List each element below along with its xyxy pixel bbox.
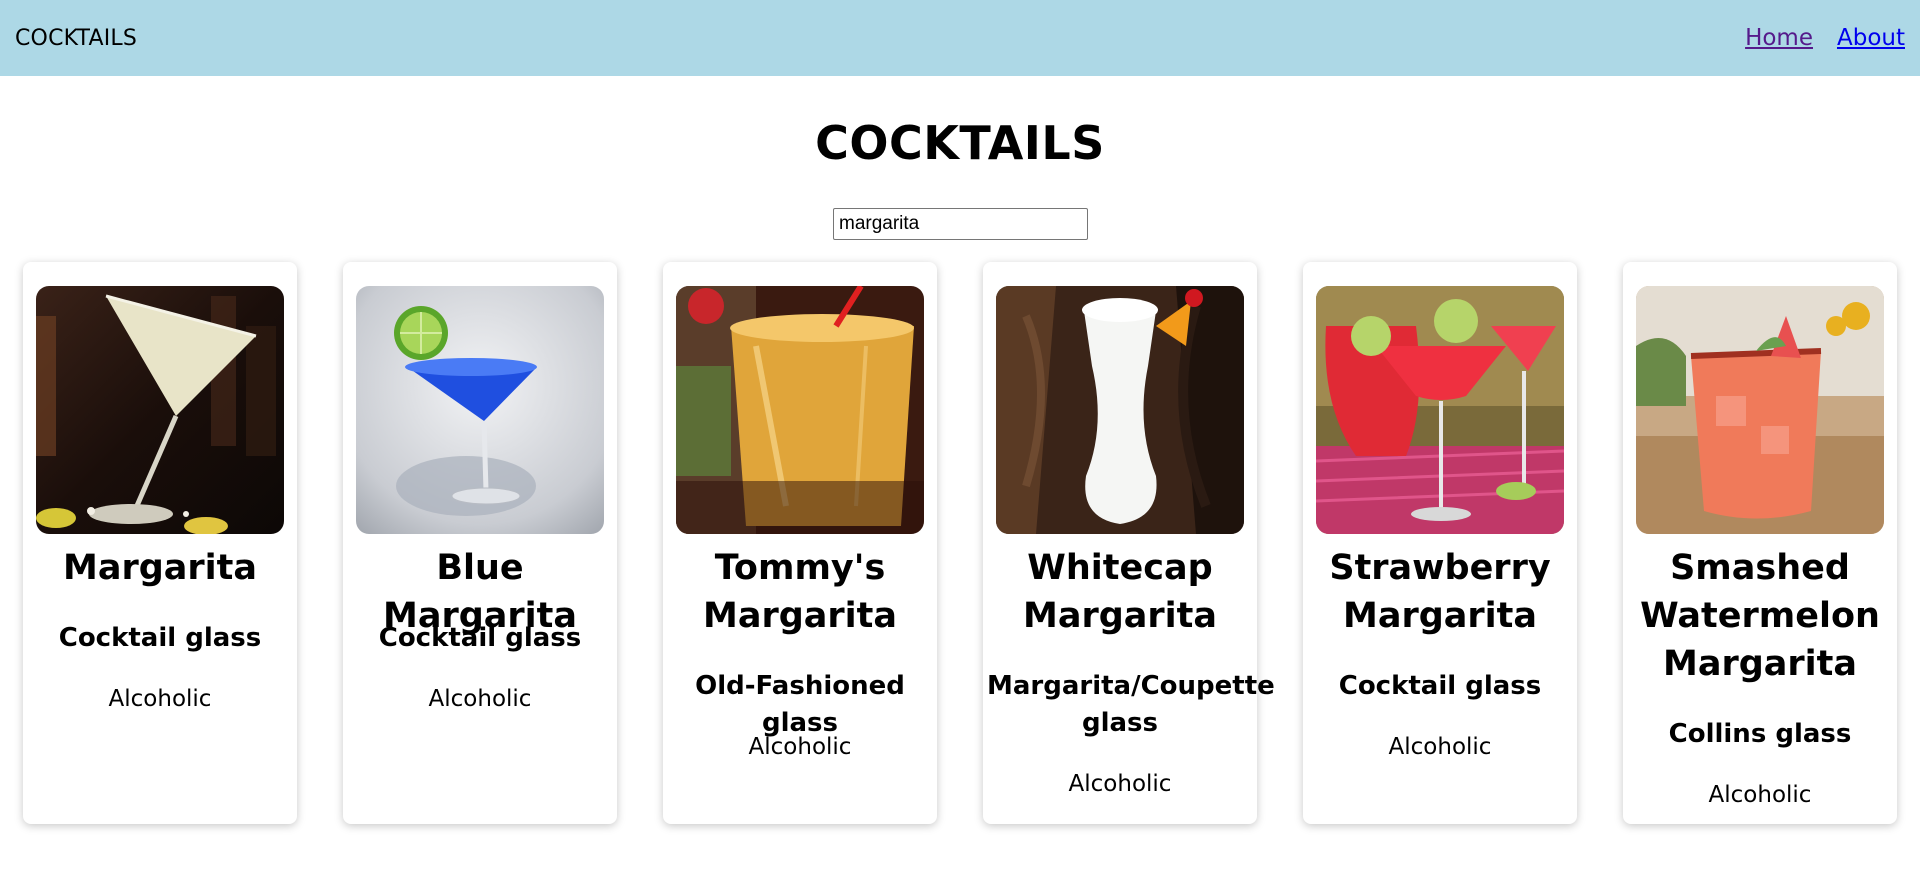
- cocktail-name: Smashed Watermelon Margarita: [1640, 548, 1880, 684]
- cocktail-name: Whitecap Margarita: [1023, 548, 1217, 636]
- blue-martini-photo[interactable]: [356, 286, 604, 534]
- martini-glass-photo[interactable]: [36, 286, 284, 534]
- cocktail-glass: Collins glass: [1668, 719, 1852, 749]
- tumbler-drink-photo[interactable]: [676, 286, 924, 534]
- cocktail-card[interactable]: Whitecap Margarita Margarita/Coupette gl…: [983, 262, 1275, 824]
- cocktail-card[interactable]: Margarita Cocktail glass Alcoholic: [23, 262, 297, 824]
- cocktail-card[interactable]: Strawberry Margarita Cocktail glass Alco…: [1303, 262, 1577, 824]
- cocktail-type: Alcoholic: [1068, 771, 1172, 797]
- cocktail-glass: Margarita/Coupette glass: [987, 671, 1275, 738]
- cocktail-glass: Cocktail glass: [378, 623, 582, 653]
- cocktail-type: Alcoholic: [1708, 782, 1812, 808]
- white-hurricane-glass-photo[interactable]: [996, 286, 1244, 534]
- cocktail-glass: Old-Fashioned glass: [695, 671, 905, 738]
- cocktail-card[interactable]: Smashed Watermelon Margarita Collins gla…: [1623, 262, 1897, 824]
- cocktail-glass: Cocktail glass: [58, 623, 262, 653]
- cocktail-card[interactable]: Tommy's Margarita Old-Fashioned glass Al…: [663, 262, 937, 824]
- cocktail-glass: Cocktail glass: [1338, 671, 1542, 701]
- cocktail-type: Alcoholic: [1388, 734, 1492, 760]
- cocktail-name: Margarita: [63, 548, 257, 588]
- cocktail-card[interactable]: Blue Margarita Cocktail glass Alcoholic: [343, 262, 617, 824]
- watermelon-drink-photo[interactable]: [1636, 286, 1884, 534]
- cocktail-type: Alcoholic: [748, 734, 852, 760]
- cocktail-name: Strawberry Margarita: [1329, 548, 1551, 636]
- cocktail-type: Alcoholic: [108, 686, 212, 712]
- strawberry-margarita-photo[interactable]: [1316, 286, 1564, 534]
- cocktail-name: Tommy's Margarita: [703, 548, 897, 636]
- cocktail-grid: Margarita Cocktail glass Alcoholic Blue …: [0, 0, 1920, 891]
- cocktail-type: Alcoholic: [428, 686, 532, 712]
